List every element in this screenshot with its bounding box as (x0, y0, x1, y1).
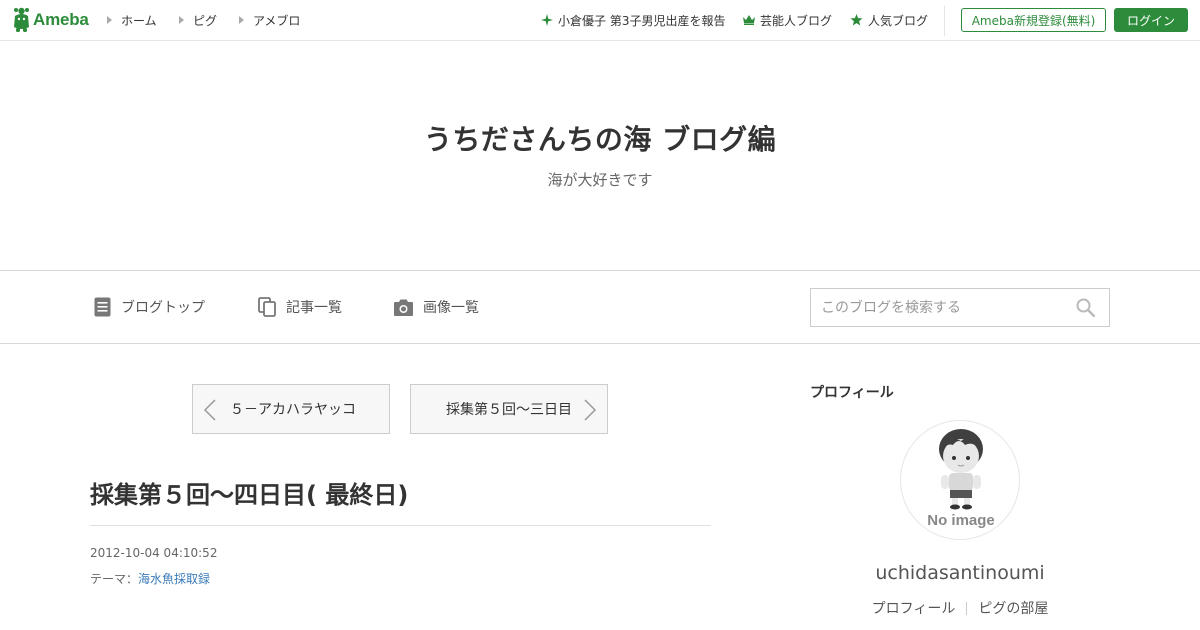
ameba-logo[interactable]: Ameba (12, 7, 89, 33)
nav-blog-top-label: ブログトップ (121, 300, 205, 316)
document-icon (94, 297, 111, 317)
nav-pigg[interactable]: ピグ (179, 0, 217, 40)
news-link-label: 小倉優子 第3子男児出産を報告 (558, 13, 726, 28)
news-link[interactable]: 小倉優子 第3子男児出産を報告 (541, 0, 725, 40)
prev-entry-label: ５－アカハラヤッコ (230, 402, 356, 418)
nav-blog-top[interactable]: ブログトップ (94, 295, 205, 319)
search-icon[interactable] (1076, 298, 1095, 317)
profile-links-separator (966, 601, 968, 615)
blog-search-input[interactable] (811, 289, 1071, 326)
profile-link[interactable]: プロフィール (872, 598, 956, 618)
crown-icon (743, 15, 755, 25)
entry-title: 採集第５回～四日目( 最終日) (90, 481, 409, 509)
global-header: Ameba ホーム ピグ アメブロ 小倉優子 第3子男児出産を報告 芸能人ブログ… (0, 0, 1200, 41)
popular-blog-link[interactable]: 人気ブログ (850, 0, 928, 40)
avatar-placeholder-image: No image (927, 429, 995, 529)
copy-icon (258, 297, 276, 317)
blog-nav: ブログトップ 記事一覧 画像一覧 (0, 270, 1200, 344)
triangle-right-icon (179, 16, 184, 24)
nav-ameblo[interactable]: アメブロ (239, 0, 300, 40)
camera-icon (394, 299, 413, 316)
entry-theme-link[interactable]: 海水魚採取録 (138, 572, 210, 586)
blog-description: 海が大好きです (547, 171, 653, 189)
nav-image-list-label: 画像一覧 (423, 300, 479, 316)
nav-article-list[interactable]: 記事一覧 (258, 295, 342, 319)
celebrity-blog-label: 芸能人ブログ (760, 13, 833, 28)
nav-article-list-label: 記事一覧 (286, 300, 342, 316)
profile-name[interactable]: uchidasantinoumi (810, 562, 1110, 584)
profile-heading: プロフィール (810, 385, 894, 401)
prev-entry-button[interactable]: ５－アカハラヤッコ (192, 384, 390, 434)
profile-links: プロフィール ピグの部屋 (810, 598, 1110, 618)
ameba-logo-icon (14, 7, 29, 32)
nav-home-label: ホーム (121, 13, 157, 28)
entry-title-divider (90, 525, 711, 526)
avatar-caption: No image (927, 512, 995, 529)
nav-pigg-label: ピグ (193, 13, 218, 28)
entry-date: 2012-10-04 04:10:52 (90, 546, 218, 560)
triangle-right-icon (239, 16, 244, 24)
nav-ameblo-label: アメブロ (253, 13, 301, 28)
celebrity-blog-link[interactable]: 芸能人ブログ (743, 0, 832, 40)
chevron-left-icon (203, 399, 216, 421)
sparkle-icon (541, 14, 553, 26)
entry-theme-label: テーマ： (90, 572, 139, 586)
login-button[interactable]: ログイン (1114, 8, 1188, 32)
blog-title[interactable]: うちださんちの海 ブログ編 (0, 118, 1200, 158)
nav-image-list[interactable]: 画像一覧 (394, 295, 479, 319)
chevron-right-icon (584, 399, 597, 421)
popular-blog-label: 人気ブログ (868, 13, 929, 28)
blog-search (810, 288, 1110, 327)
next-entry-button[interactable]: 採集第５回～三日目 (410, 384, 608, 434)
nav-home[interactable]: ホーム (107, 0, 157, 40)
avatar[interactable]: No image (900, 420, 1020, 540)
logo-text: Ameba (33, 10, 89, 29)
pigg-room-link[interactable]: ピグの部屋 (978, 598, 1048, 618)
header-divider (944, 6, 945, 36)
triangle-right-icon (107, 16, 112, 24)
register-button[interactable]: Ameba新規登録(無料) (961, 8, 1106, 32)
next-entry-label: 採集第５回～三日目 (446, 402, 572, 418)
entry-theme: テーマ：海水魚採取録 (90, 570, 210, 587)
star-icon (850, 14, 863, 26)
